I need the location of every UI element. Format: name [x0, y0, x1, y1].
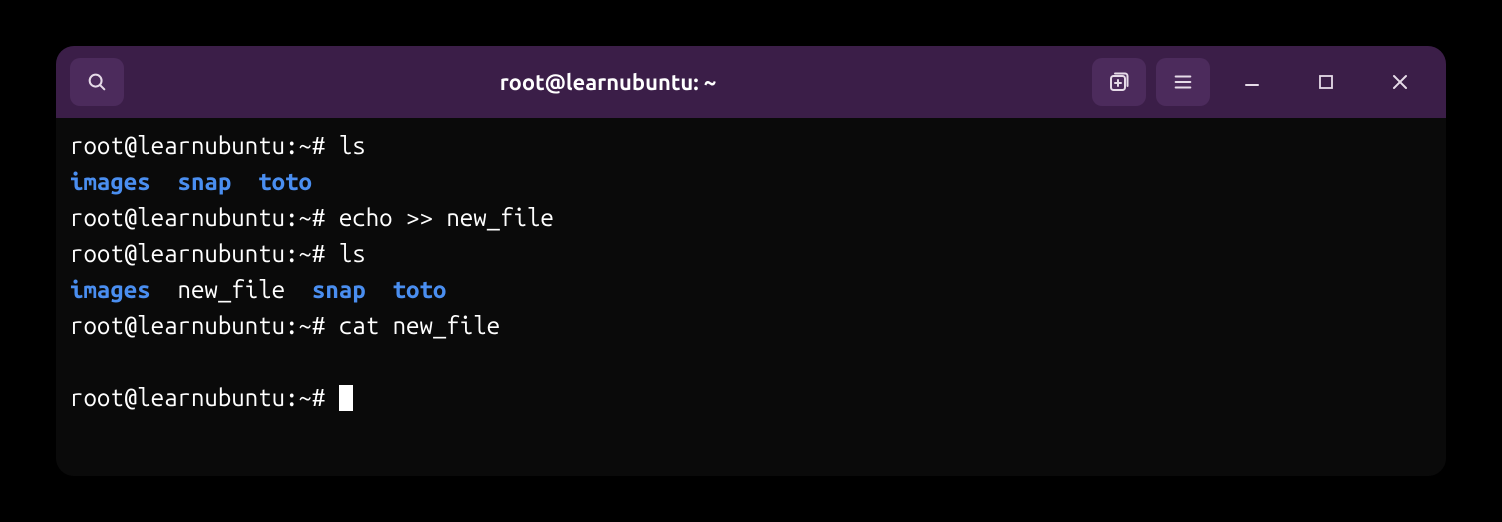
- menu-button[interactable]: [1156, 58, 1210, 106]
- maximize-icon: [1318, 74, 1334, 90]
- terminal-window: root@learnubuntu: ~: [56, 46, 1446, 476]
- titlebar: root@learnubuntu: ~: [56, 46, 1446, 118]
- minimize-icon: [1243, 73, 1261, 91]
- dir-entry: images: [70, 276, 151, 303]
- close-button[interactable]: [1368, 58, 1432, 106]
- command-text: ls: [339, 132, 366, 159]
- minimize-button[interactable]: [1220, 58, 1284, 106]
- prompt-text: root@learnubuntu:~#: [70, 312, 339, 339]
- hamburger-icon: [1172, 71, 1194, 93]
- terminal-body[interactable]: root@learnubuntu:~# lsimages snap totoro…: [56, 118, 1446, 476]
- prompt-text: root@learnubuntu:~#: [70, 204, 339, 231]
- command-text: cat new_file: [339, 312, 500, 339]
- dir-entry: snap: [178, 168, 232, 195]
- dir-entry: toto: [393, 276, 447, 303]
- file-entry: new_file: [178, 276, 286, 303]
- search-icon: [86, 71, 108, 93]
- terminal-line: root@learnubuntu:~#: [70, 380, 1432, 416]
- maximize-button[interactable]: [1294, 58, 1358, 106]
- command-text: echo >> new_file: [339, 204, 554, 231]
- terminal-line: images snap toto: [70, 164, 1432, 200]
- dir-entry: toto: [258, 168, 312, 195]
- new-tab-icon: [1107, 70, 1131, 94]
- new-tab-button[interactable]: [1092, 58, 1146, 106]
- terminal-line: root@learnubuntu:~# ls: [70, 128, 1432, 164]
- search-button[interactable]: [70, 58, 124, 106]
- prompt-text: root@learnubuntu:~#: [70, 384, 339, 411]
- terminal-line: images new_file snap toto: [70, 272, 1432, 308]
- terminal-line: root@learnubuntu:~# ls: [70, 236, 1432, 272]
- command-text: ls: [339, 240, 366, 267]
- prompt-text: root@learnubuntu:~#: [70, 132, 339, 159]
- prompt-text: root@learnubuntu:~#: [70, 240, 339, 267]
- terminal-line: [70, 344, 1432, 380]
- close-icon: [1391, 73, 1409, 91]
- terminal-line: root@learnubuntu:~# cat new_file: [70, 308, 1432, 344]
- cursor: [339, 385, 353, 411]
- window-title: root@learnubuntu: ~: [134, 70, 1082, 95]
- dir-entry: snap: [312, 276, 366, 303]
- dir-entry: images: [70, 168, 151, 195]
- terminal-line: root@learnubuntu:~# echo >> new_file: [70, 200, 1432, 236]
